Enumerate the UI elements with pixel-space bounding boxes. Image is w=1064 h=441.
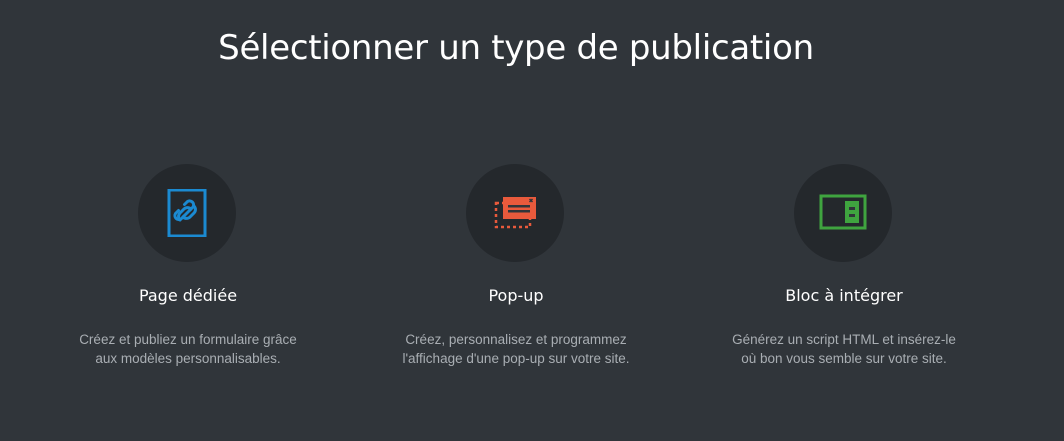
link-page-icon — [167, 189, 207, 237]
option-description-line: aux modèles personnalisables. — [95, 351, 281, 366]
option-description: Générez un script HTML et insérez-le où … — [704, 330, 984, 368]
option-description-line: Créez, personnalisez et programmez — [405, 332, 627, 347]
embed-block-icon — [819, 194, 867, 230]
option-title: Bloc à intégrer — [785, 286, 903, 305]
option-description: Créez, personnalisez et programmez l'aff… — [376, 330, 656, 368]
option-icon-circle[interactable] — [138, 164, 236, 262]
page-title: Sélectionner un type de publication — [218, 28, 814, 68]
option-description: Créez et publiez un formulaire grâce aux… — [48, 330, 328, 368]
option-description-line: où bon vous semble sur votre site. — [741, 351, 947, 366]
option-title: Pop-up — [488, 286, 544, 305]
popup-window-icon — [494, 197, 536, 229]
option-icon-circle[interactable] — [794, 164, 892, 262]
option-title: Page dédiée — [138, 286, 238, 305]
option-icon-circle[interactable] — [466, 164, 564, 262]
option-description-line: Créez et publiez un formulaire grâce — [79, 332, 297, 347]
option-description-line: l'affichage d'une pop-up sur votre site. — [402, 351, 630, 366]
option-description-line: Générez un script HTML et insérez-le — [732, 332, 956, 347]
